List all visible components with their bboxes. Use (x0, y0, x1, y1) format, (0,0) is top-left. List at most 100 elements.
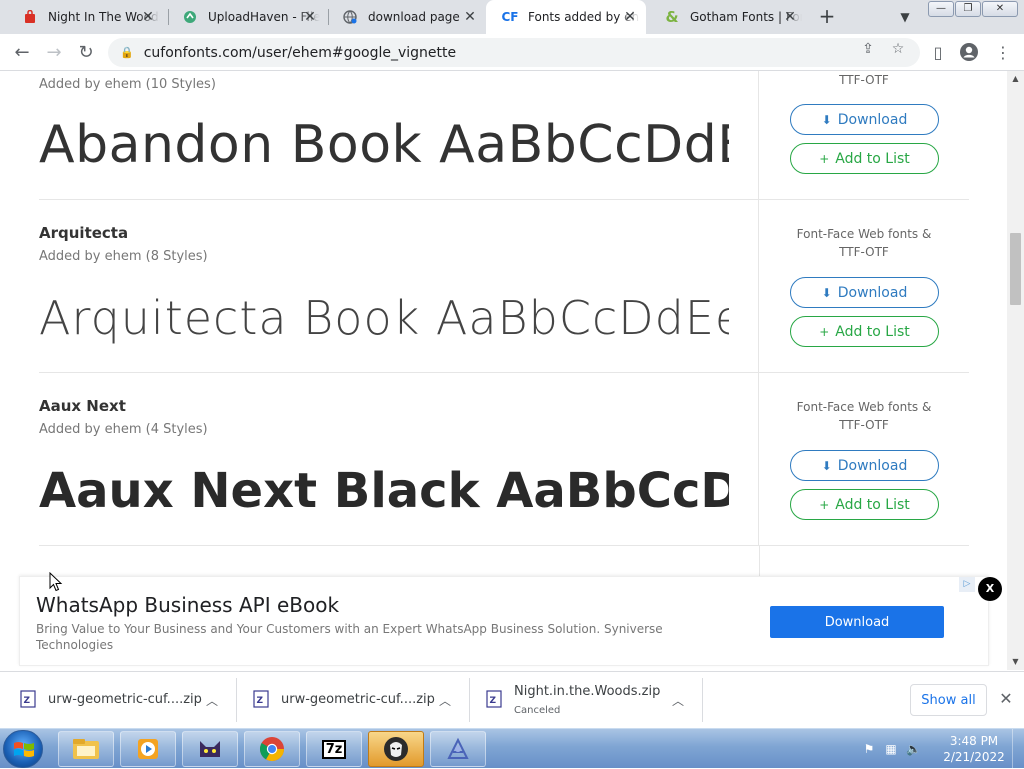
font-preview[interactable]: Arquitecta Book AaBbCcDdEeFfGg (39, 286, 729, 350)
start-button[interactable] (3, 730, 43, 768)
font-info: Arquitecta Added by ehem (8 Styles) Arqu… (39, 200, 759, 372)
vertical-scrollbar[interactable]: ▲ ▼ (1007, 71, 1024, 670)
ad-close-button[interactable]: X (978, 577, 1002, 601)
scrollbar-thumb[interactable] (1010, 233, 1021, 305)
new-tab-button[interactable]: + (815, 5, 839, 29)
chrome-icon[interactable] (244, 731, 300, 767)
download-item[interactable]: Z Night.in.the.Woods.zip Canceled ︿ (486, 672, 701, 729)
font-row-arquitecta: Arquitecta Added by ehem (8 Styles) Arqu… (39, 200, 969, 373)
font-preview[interactable]: Aaux Next Black AaBbCcDdEe (39, 459, 729, 523)
volume-icon[interactable]: 🔈 (906, 742, 921, 756)
cat-app-icon[interactable] (182, 731, 238, 767)
font-actions: Font-Face Web fonts & TTF-OTF ⬇ Download +… (790, 373, 939, 545)
download-filename: urw-geometric-cuf....zip (281, 692, 435, 707)
download-label: Download (837, 111, 908, 128)
clock[interactable]: 3:48 PM 2/21/2022 (942, 733, 1006, 765)
globe-icon (342, 9, 358, 25)
added-by-text: Added by ehem (10 Styles) (39, 77, 216, 92)
profile-avatar-icon[interactable] (958, 42, 980, 64)
svg-text:Z: Z (490, 696, 497, 706)
show-all-button[interactable]: Show all (910, 684, 987, 716)
download-arrow-icon: ⬇ (821, 112, 832, 127)
close-tab-icon[interactable]: ✕ (140, 9, 156, 25)
svg-text:Z: Z (257, 696, 264, 706)
blender-like-icon[interactable] (430, 731, 486, 767)
explorer-icon[interactable] (58, 731, 114, 767)
download-button[interactable]: ⬇ Download (790, 104, 939, 135)
7zip-icon[interactable]: 7z (306, 731, 362, 767)
chevron-up-icon[interactable]: ︿ (206, 692, 218, 709)
menu-kebab-icon[interactable]: ⋮ (992, 42, 1014, 64)
mouse-cursor-icon (49, 571, 63, 592)
download-filename: urw-geometric-cuf....zip (48, 692, 202, 707)
ad-description: Bring Value to Your Business and Your Cu… (36, 622, 663, 652)
close-tab-icon[interactable]: ✕ (622, 9, 638, 25)
7zip-label: 7z (321, 739, 347, 759)
scroll-down-arrow-icon[interactable]: ▼ (1007, 654, 1024, 670)
download-status: Canceled (514, 705, 561, 716)
minimize-button[interactable]: — (928, 1, 954, 17)
font-row-aaux-next: Aaux Next Added by ehem (4 Styles) Aaux … (39, 373, 969, 546)
close-tab-icon[interactable]: ✕ (462, 9, 478, 25)
added-by-text: Added by ehem (4 Styles) (39, 422, 208, 437)
show-desktop-button[interactable] (1012, 729, 1024, 769)
address-bar[interactable]: 🔒 cufonfonts.com/user/ehem#google_vignet… (108, 38, 920, 67)
add-to-list-button[interactable]: + Add to List (790, 489, 939, 520)
font-info: Added by ehem (10 Styles) Abandon Book A… (39, 71, 759, 199)
font-formats: Font-Face Web fonts & TTF-OTF (796, 227, 932, 259)
tab-gotham-fonts[interactable]: & Gotham Fonts | Font ✕ (648, 0, 806, 34)
media-player-icon[interactable] (120, 731, 176, 767)
download-arrow-icon: ⬇ (821, 458, 832, 473)
font-row-abandon: Added by ehem (10 Styles) Abandon Book A… (39, 71, 969, 200)
font-name[interactable]: Arquitecta (39, 224, 128, 242)
download-item[interactable]: Z urw-geometric-cuf....zip ︿ (20, 672, 235, 729)
add-to-list-button[interactable]: + Add to List (790, 316, 939, 347)
shelf-separator (469, 678, 470, 722)
download-button[interactable]: ⬇ Download (790, 277, 939, 308)
add-to-list-label: Add to List (835, 150, 910, 167)
bookmark-star-icon[interactable]: ☆ (888, 40, 908, 60)
restore-button[interactable]: ❐ (955, 1, 981, 17)
added-by-text: Added by ehem (8 Styles) (39, 249, 208, 264)
tab-fonts-added-by-ehem[interactable]: CF Fonts added by ehem ✕ (486, 0, 646, 34)
tab-search-chevron-icon[interactable]: ▼ (894, 6, 916, 28)
scroll-up-arrow-icon[interactable]: ▲ (1007, 71, 1024, 87)
plus-icon: + (819, 497, 830, 512)
add-to-list-button[interactable]: + Add to List (790, 143, 939, 174)
chevron-up-icon[interactable]: ︿ (439, 692, 451, 709)
svg-text:Z: Z (24, 696, 31, 706)
forward-arrow-icon[interactable]: → (41, 40, 67, 66)
chevron-up-icon[interactable]: ︿ (672, 692, 684, 709)
ad-choices-icon[interactable]: ▷ (959, 577, 975, 592)
side-panel-icon[interactable]: ▯ (927, 42, 949, 64)
green-logo-icon (182, 9, 198, 25)
page-content: Added by ehem (10 Styles) Abandon Book A… (0, 71, 1007, 670)
share-icon[interactable]: ⇪ (858, 40, 878, 60)
download-label: Download (837, 284, 908, 301)
close-tab-icon[interactable]: ✕ (302, 9, 318, 25)
download-item[interactable]: Z urw-geometric-cuf....zip ︿ (253, 672, 468, 729)
reload-icon[interactable]: ↻ (73, 40, 99, 66)
flag-icon[interactable]: ⚑ (862, 742, 876, 756)
windows-taskbar: 7z ⚑ ▦ 🔈 3:48 PM 2/21/2022 (0, 728, 1024, 769)
ad-banner[interactable]: ▷ WhatsApp Business API eBook Bring Valu… (19, 576, 989, 666)
ad-download-button[interactable]: Download (770, 606, 944, 638)
close-tab-icon[interactable]: ✕ (782, 9, 798, 25)
system-tray: ⚑ ▦ 🔈 (862, 739, 921, 759)
plus-icon: + (819, 151, 830, 166)
tab-uploadhaven[interactable]: UploadHaven - File ✕ (166, 0, 326, 34)
clock-time: 3:48 PM (949, 734, 999, 748)
close-window-button[interactable]: ✕ (982, 1, 1018, 17)
add-to-list-label: Add to List (835, 496, 910, 513)
font-name[interactable]: Aaux Next (39, 397, 126, 415)
browser-toolbar: ← → ↻ 🔒 cufonfonts.com/user/ehem#google_… (0, 34, 1024, 71)
tab-night-in-the-woods[interactable]: Night In The Woods ✕ (6, 0, 164, 34)
hacker-app-icon[interactable] (368, 731, 424, 767)
download-button[interactable]: ⬇ Download (790, 450, 939, 481)
back-arrow-icon[interactable]: ← (9, 40, 35, 66)
font-preview[interactable]: Abandon Book AaBbCcDdEe (39, 113, 729, 177)
network-icon[interactable]: ▦ (884, 742, 898, 756)
tab-download-page[interactable]: download page ✕ (326, 0, 486, 34)
ad-title[interactable]: WhatsApp Business API eBook (36, 593, 339, 617)
close-shelf-icon[interactable]: ✕ (997, 690, 1015, 708)
